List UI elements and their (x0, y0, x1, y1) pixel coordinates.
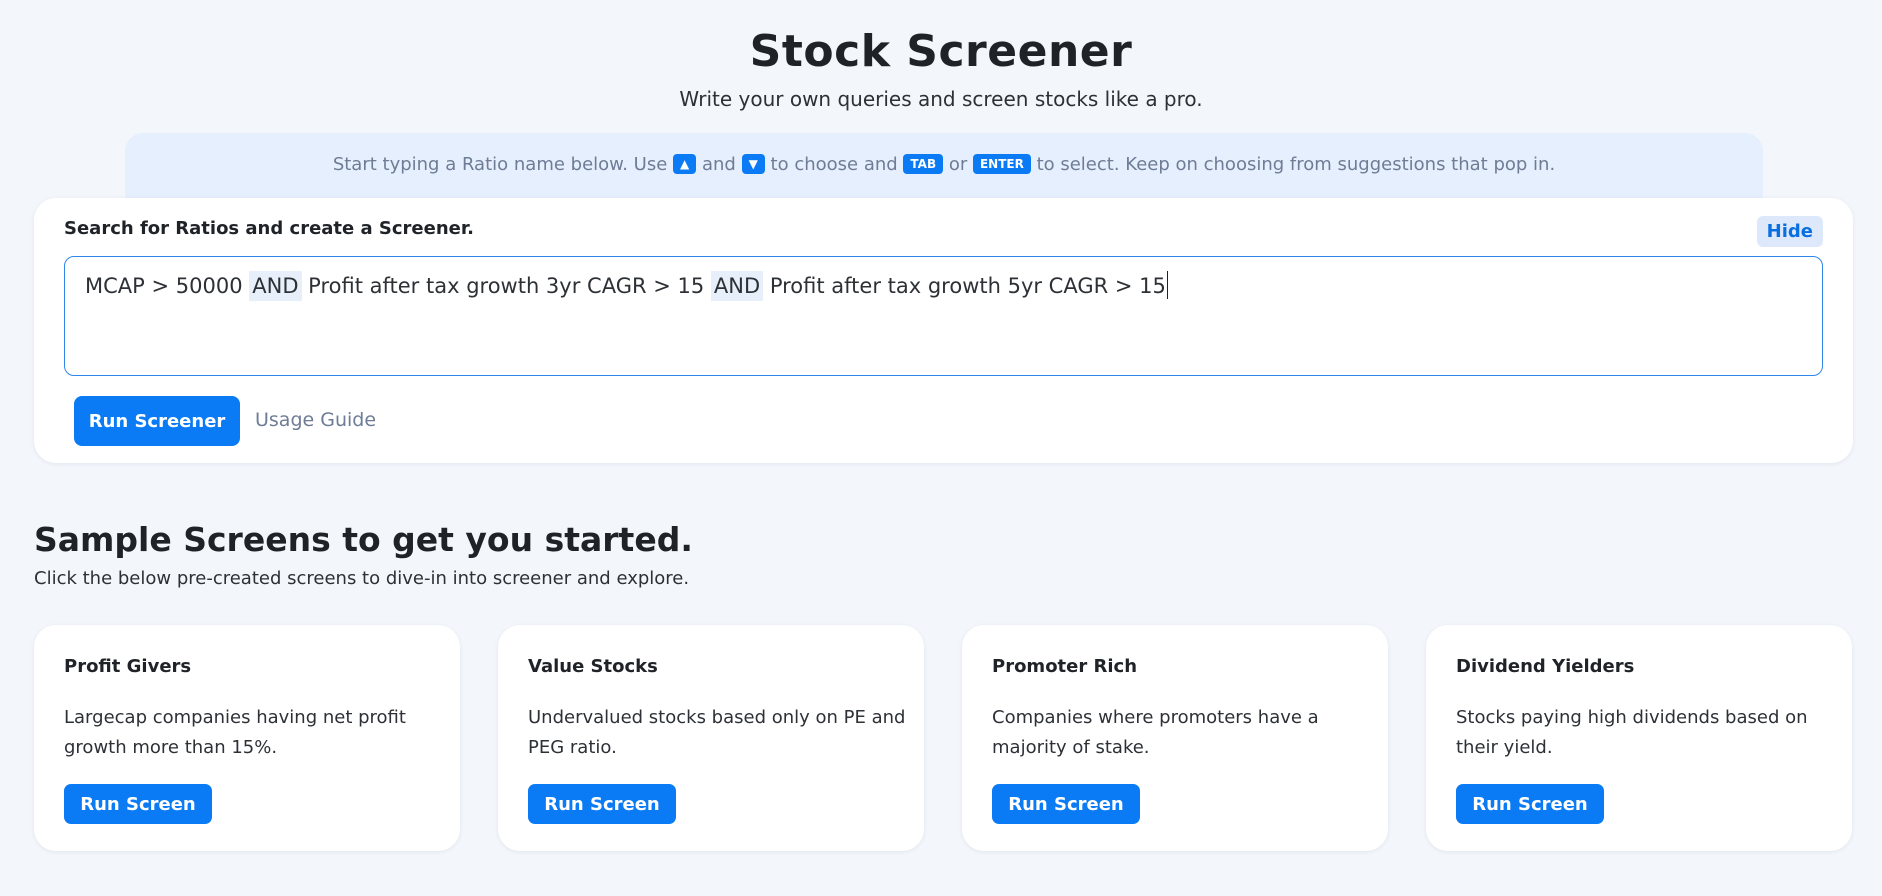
arrow-up-key: ▲ (673, 154, 697, 174)
card-title: Promoter Rich (992, 656, 1138, 677)
card-description: Stocks paying high dividends based on th… (1456, 707, 1808, 758)
card-title: Dividend Yielders (1456, 656, 1635, 677)
query-input[interactable]: MCAP > 50000 AND Profit after tax growth… (64, 256, 1823, 376)
hint-text: or (943, 154, 973, 175)
and-operator: AND (710, 271, 764, 301)
page-subtitle: Write your own queries and screen stocks… (679, 87, 1203, 111)
sample-card-value-stocks: Value Stocks Undervalued stocks based on… (498, 625, 924, 851)
arrow-down-key: ▼ (741, 154, 765, 174)
run-screener-button[interactable]: Run Screener (74, 396, 240, 446)
run-screen-button[interactable]: Run Screen (64, 784, 212, 824)
hint-text: to choose and (764, 154, 904, 175)
search-card: Search for Ratios and create a Screener.… (34, 198, 1853, 463)
card-title: Profit Givers (64, 656, 192, 677)
samples-subtitle: Click the below pre-created screens to d… (34, 568, 690, 589)
enter-key: ENTER (972, 154, 1031, 174)
hint-text: to select. Keep on choosing from suggest… (1030, 154, 1556, 175)
hide-button[interactable]: Hide (1756, 216, 1823, 247)
page: Stock Screener Write your own queries an… (0, 0, 1882, 896)
sample-cards: Profit Givers Largecap companies having … (34, 625, 1853, 851)
search-label: Search for Ratios and create a Screener. (64, 218, 475, 239)
usage-guide-link[interactable]: Usage Guide (255, 409, 376, 431)
card-description: Largecap companies having net profit gro… (64, 707, 406, 758)
sample-card-profit-givers: Profit Givers Largecap companies having … (34, 625, 460, 851)
query-text: Profit after tax growth 5yr CAGR > 15 (763, 274, 1166, 298)
run-screen-button[interactable]: Run Screen (1456, 784, 1604, 824)
hint-text: Start typing a Ratio name below. Use (332, 154, 674, 175)
hint-text: and (696, 154, 742, 175)
text-caret (1166, 271, 1168, 299)
samples-title: Sample Screens to get you started. (34, 520, 693, 559)
page-title: Stock Screener (749, 26, 1133, 77)
and-operator: AND (249, 271, 302, 301)
run-screen-button[interactable]: Run Screen (528, 784, 676, 824)
card-description: Companies where promoters have a majorit… (992, 707, 1319, 758)
query-text: MCAP > 50000 (85, 274, 250, 298)
header: Stock Screener Write your own queries an… (0, 26, 1882, 111)
sample-card-dividend-yielders: Dividend Yielders Stocks paying high div… (1426, 625, 1852, 851)
sample-card-promoter-rich: Promoter Rich Companies where promoters … (962, 625, 1388, 851)
run-screen-button[interactable]: Run Screen (992, 784, 1140, 824)
card-title: Value Stocks (528, 656, 658, 677)
tab-key: TAB (903, 154, 944, 174)
query-text: Profit after tax growth 3yr CAGR > 15 (301, 274, 711, 298)
card-description: Undervalued stocks based only on PE and … (528, 707, 906, 758)
